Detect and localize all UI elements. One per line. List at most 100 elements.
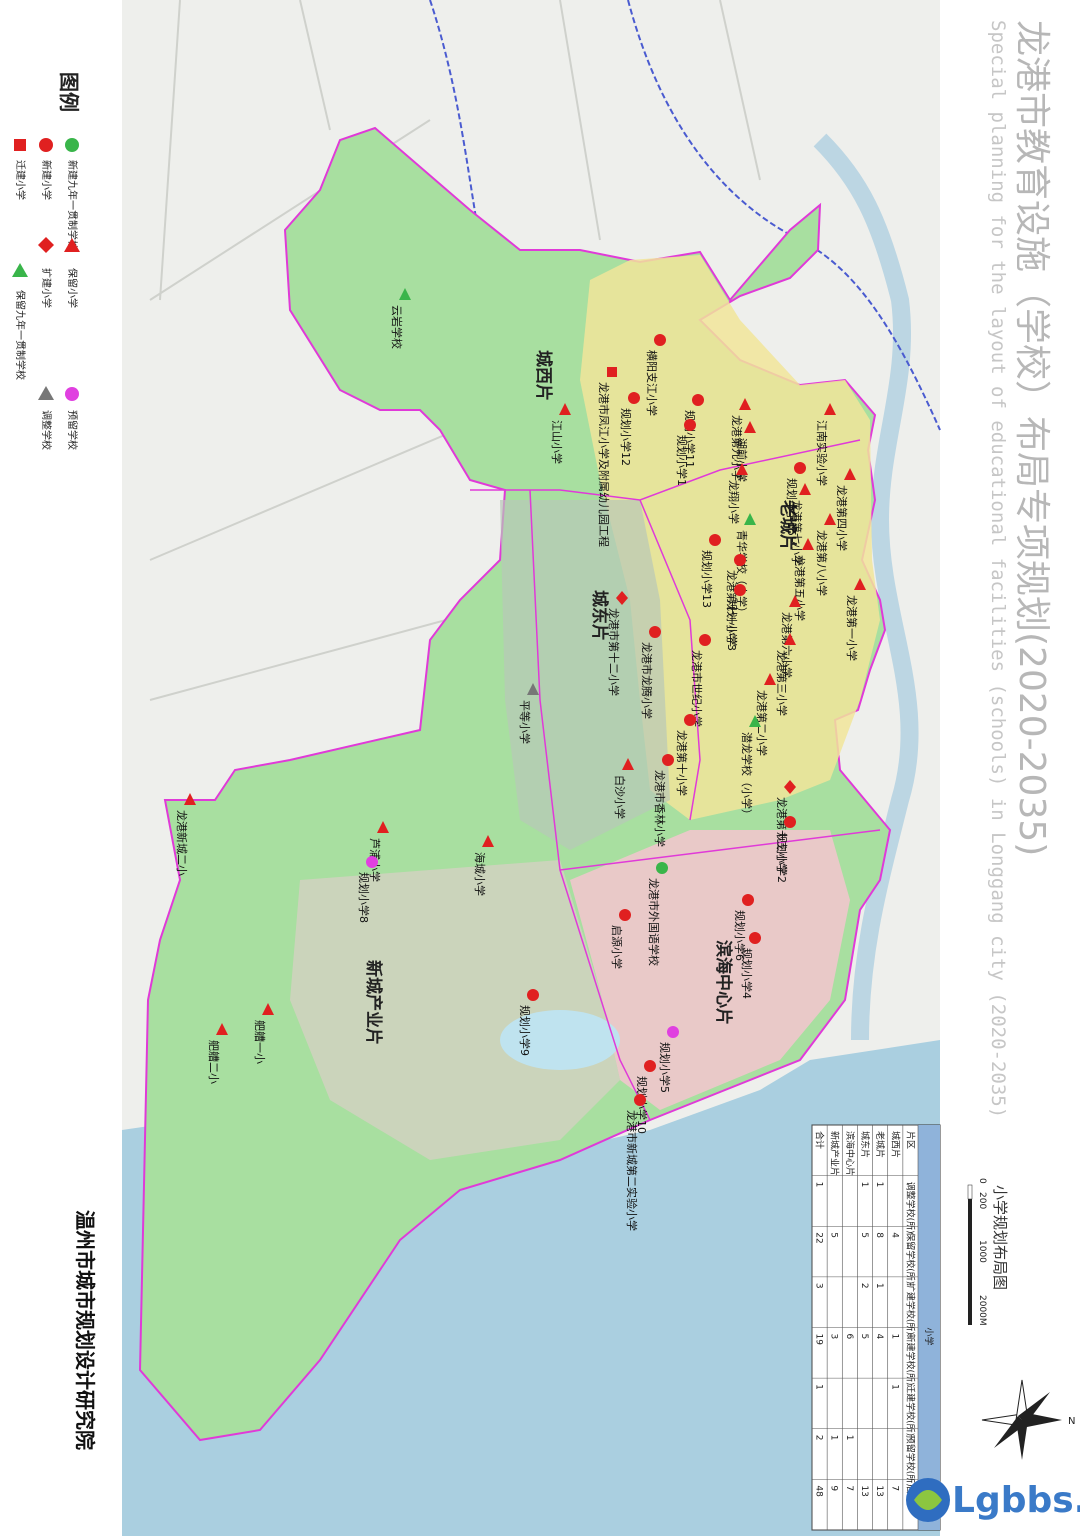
title-en: Special planning for the layout of educa… xyxy=(987,20,1009,1118)
school-label: 规划小学4 xyxy=(740,948,754,999)
school-label: 江南实验小学 xyxy=(815,420,829,486)
svg-text:扩建小学: 扩建小学 xyxy=(40,268,53,308)
school-marker-icon xyxy=(699,634,711,646)
school-marker-icon xyxy=(527,989,539,1001)
table-header-cell: 调整学校(所) xyxy=(904,1182,916,1234)
table-cell: 7 xyxy=(844,1485,854,1491)
table-cell: 48 xyxy=(814,1485,824,1497)
school-label: 规划小学9 xyxy=(518,1005,532,1056)
north-arrow-icon: N xyxy=(981,1379,1075,1460)
school-label: 舥艚二小 xyxy=(207,1040,221,1084)
svg-text:0: 0 xyxy=(977,1178,987,1184)
school-marker-icon xyxy=(734,584,746,596)
school-label: 龙港市龙腾小学 xyxy=(640,642,654,719)
school-label: 潜龙学校（小学） xyxy=(740,732,754,820)
legend-item-red-triangle: 保留小学 xyxy=(64,238,80,308)
school-label: 龙港第一小学 xyxy=(845,595,859,661)
institute-name: 温州市城市规划设计研究院 xyxy=(73,1210,97,1450)
school-label: 江山小学 xyxy=(550,420,564,464)
school-label: 平等小学 xyxy=(518,700,532,744)
district-label: 滨海中心片 xyxy=(713,940,734,1025)
school-marker-icon xyxy=(654,334,666,346)
school-marker-icon xyxy=(656,862,668,874)
school-label: 龙港市第十二小学 xyxy=(607,608,621,696)
title-cn: 龙港市教育设施（学校）布局专项规划(2020-2035) xyxy=(1011,20,1052,856)
school-label: 规划小学1 xyxy=(675,435,689,486)
svg-text:新建九年一贯制学校: 新建九年一贯制学校 xyxy=(66,160,79,250)
legend-item-green-circle: 新建九年一贯制学校 xyxy=(65,138,79,250)
table-cell: 5 xyxy=(859,1232,869,1238)
table-cell: 4 xyxy=(874,1334,884,1340)
svg-text:调整学校: 调整学校 xyxy=(40,410,53,450)
table-cell: 合计 xyxy=(814,1131,826,1149)
table-cell: 1 xyxy=(874,1182,884,1188)
svg-text:2000M: 2000M xyxy=(977,1295,987,1326)
school-marker-icon xyxy=(749,932,761,944)
table-cell: 4 xyxy=(889,1232,899,1238)
svg-text:保留九年一贯制学校: 保留九年一贯制学校 xyxy=(14,290,27,380)
table-cell: 9 xyxy=(829,1485,839,1491)
school-marker-icon xyxy=(692,394,704,406)
school-marker-icon xyxy=(619,909,631,921)
school-label: 规划小学5 xyxy=(658,1042,672,1093)
table-cell: 8 xyxy=(874,1232,884,1238)
table-header-cell: 片区 xyxy=(904,1131,916,1149)
table-cell: 1 xyxy=(829,1435,839,1441)
table-cell: 6 xyxy=(844,1334,854,1340)
school-label: 湖前小学 xyxy=(735,438,749,482)
school-marker-icon xyxy=(734,554,746,566)
svg-text:200: 200 xyxy=(977,1192,987,1209)
table-cell: 滨海中心片 xyxy=(844,1131,856,1176)
planning-map: 城西片 老城片 城东片 滨海中心片 新城产业片 云岩学校龙港市凤江小学及附属幼儿… xyxy=(12,0,1080,1536)
svg-text:新建小学: 新建小学 xyxy=(40,160,53,200)
table-cell: 1 xyxy=(889,1334,899,1340)
school-label: 龙港第四小学 xyxy=(835,485,849,551)
school-label: 规划小学3 xyxy=(725,600,739,651)
svg-text:迁建小学: 迁建小学 xyxy=(14,160,27,200)
table-cell: 13 xyxy=(874,1485,884,1496)
school-label: 规划小学12 xyxy=(619,408,633,466)
district-label: 新城产业片 xyxy=(363,960,384,1045)
district-label: 城西片 xyxy=(533,350,554,401)
table-cell: 城西片 xyxy=(889,1131,901,1158)
school-label: 白沙小学 xyxy=(613,775,627,819)
table-cell: 2 xyxy=(814,1435,824,1441)
svg-text:预留学校: 预留学校 xyxy=(66,410,79,450)
school-label: 龙港市凤江小学及附属幼儿园工程 xyxy=(597,382,611,547)
school-label: 龙港第八小学 xyxy=(815,530,829,596)
watermark-logo: Lgbbs.cn xyxy=(906,1478,1080,1522)
table-cell: 1 xyxy=(874,1283,884,1289)
school-marker-icon xyxy=(649,626,661,638)
table-header-cell: 保留学校(所) xyxy=(904,1232,916,1284)
school-label: 龙港市外国语学校 xyxy=(647,878,661,966)
school-label: 云岩学校 xyxy=(390,305,404,349)
district-label: 城东片 xyxy=(589,590,610,641)
school-marker-icon xyxy=(628,392,640,404)
svg-text:Lgbbs.cn: Lgbbs.cn xyxy=(952,1480,1080,1521)
table-cell: 1 xyxy=(814,1182,824,1188)
scale-bar: 小学规划布局图 0 200 1000 2000M xyxy=(967,1178,1009,1326)
table-cell: 19 xyxy=(814,1334,824,1346)
school-label: 启源小学 xyxy=(610,925,624,969)
table-cell: 3 xyxy=(814,1283,824,1289)
school-marker-icon xyxy=(662,754,674,766)
table-cell: 7 xyxy=(889,1485,899,1491)
table-cell: 1 xyxy=(889,1384,899,1390)
school-marker-icon xyxy=(794,462,806,474)
school-label: 龙港市新城第二实验小学 xyxy=(625,1110,639,1231)
school-label: 龙港第三小学 xyxy=(775,650,789,716)
table-cell: 5 xyxy=(859,1334,869,1340)
legend: 图例 新建九年一贯制学校 保留小学 预留学校 新建小学 扩建小学 调整学校 迁建… xyxy=(12,72,81,450)
school-marker-icon xyxy=(742,894,754,906)
school-label: 龙港第五小学 xyxy=(793,555,807,621)
table-cell: 1 xyxy=(859,1182,869,1188)
table-cell: 新城产业片 xyxy=(829,1131,841,1176)
legend-item-green-triangle: 保留九年一贯制学校 xyxy=(12,263,28,380)
school-label: 规划小学8 xyxy=(357,872,371,923)
svg-text:保留小学: 保留小学 xyxy=(66,268,79,308)
legend-item-gray-triangle: 调整学校 xyxy=(38,386,54,450)
school-label: 横阳支江小学 xyxy=(645,350,659,416)
school-marker-icon xyxy=(784,816,796,828)
legend-item-magenta-circle: 预留学校 xyxy=(65,387,79,450)
school-marker-icon xyxy=(607,367,617,377)
